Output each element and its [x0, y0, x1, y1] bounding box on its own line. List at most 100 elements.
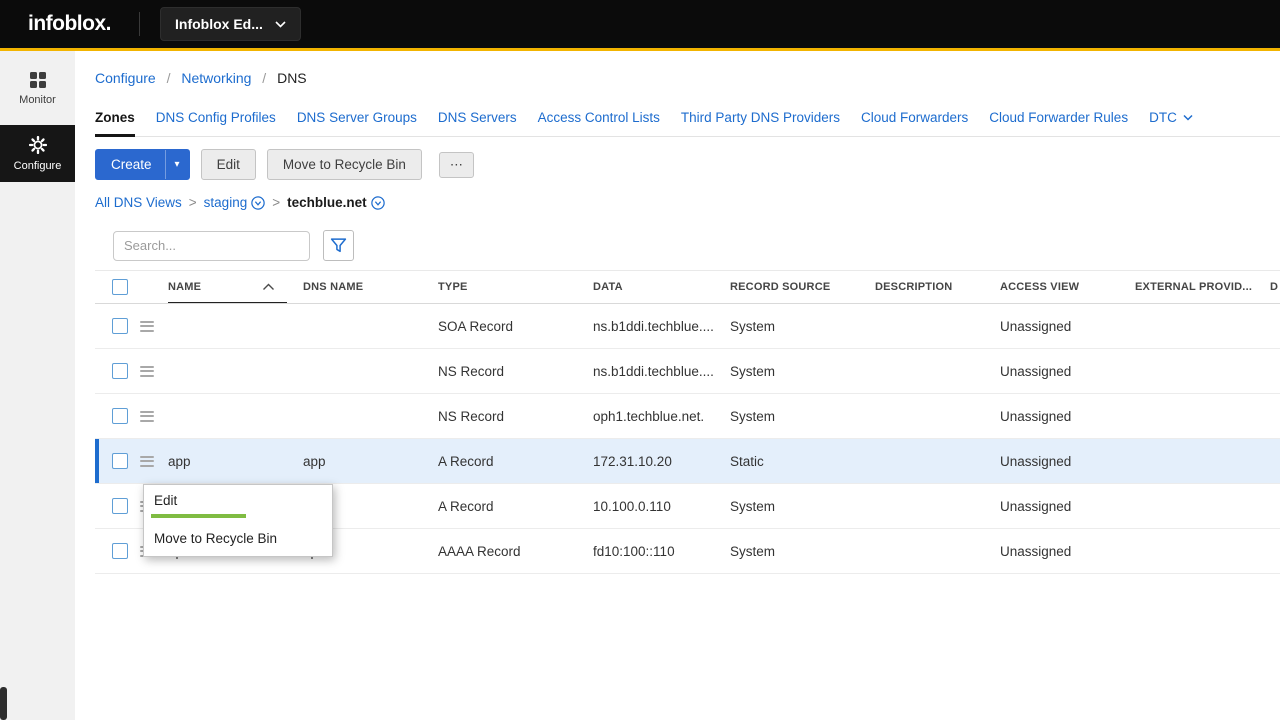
- tab-access-control-lists[interactable]: Access Control Lists: [538, 110, 660, 137]
- cell-record_source: System: [730, 364, 875, 379]
- row-menu-icon[interactable]: [140, 321, 154, 332]
- tab-label: DNS Servers: [438, 110, 517, 125]
- tab-cloud-forwarders[interactable]: Cloud Forwarders: [861, 110, 968, 137]
- cell-record_source: Static: [730, 454, 875, 469]
- tab-zones[interactable]: Zones: [95, 110, 135, 137]
- row-checkbox[interactable]: [112, 543, 128, 559]
- edit-button[interactable]: Edit: [201, 149, 256, 180]
- sidebar-scrollbar[interactable]: [0, 687, 7, 720]
- more-actions-button[interactable]: ⋯: [439, 152, 474, 178]
- cell-type: A Record: [438, 499, 593, 514]
- app-switcher-dropdown[interactable]: Infoblox Ed...: [160, 7, 301, 41]
- tab-cloud-forwarder-rules[interactable]: Cloud Forwarder Rules: [989, 110, 1128, 137]
- sort-asc-icon: [262, 283, 275, 291]
- staging-dropdown-icon[interactable]: [251, 196, 265, 210]
- breadcrumb-current-dns: DNS: [277, 70, 307, 86]
- menu-active-indicator: [151, 514, 246, 518]
- breadcrumb: Configure / Networking / DNS: [95, 70, 1280, 86]
- toolbar: Create ▾ Edit Move to Recycle Bin ⋯: [95, 149, 1280, 180]
- row-menu-icon[interactable]: [140, 456, 154, 467]
- cell-access_view: Unassigned: [1000, 454, 1135, 469]
- row-checkbox[interactable]: [112, 408, 128, 424]
- create-button[interactable]: Create ▾: [95, 149, 190, 180]
- table-header-row: NAME DNS NAMETYPE DATARECORD SOURCE DESCRIP…: [95, 270, 1280, 304]
- chevron-down-icon[interactable]: ▾: [166, 160, 189, 170]
- cell-access_view: Unassigned: [1000, 364, 1135, 379]
- tab-dns-servers[interactable]: DNS Servers: [438, 110, 517, 137]
- breadcrumb-link-networking[interactable]: Networking: [181, 70, 251, 86]
- cell-data: fd10:100::110: [593, 544, 730, 559]
- staging-view-link[interactable]: staging: [204, 195, 248, 210]
- ellipsis-icon: ⋯: [450, 157, 463, 172]
- move-to-recycle-bin-button[interactable]: Move to Recycle Bin: [267, 149, 422, 180]
- row-checkbox[interactable]: [112, 318, 128, 334]
- menu-item-edit[interactable]: Edit: [144, 485, 332, 513]
- column-header-type[interactable]: TYPE: [438, 271, 593, 303]
- table-row[interactable]: SOA Recordns.b1ddi.techblue....SystemUna…: [95, 304, 1280, 349]
- tab-label: Cloud Forwarders: [861, 110, 968, 125]
- table-row[interactable]: appappA Record172.31.10.20StaticUnassign…: [95, 439, 1280, 484]
- grid-icon: [30, 72, 46, 88]
- column-header-data[interactable]: DATA: [593, 271, 730, 303]
- create-button-label: Create: [111, 157, 152, 172]
- table-row[interactable]: NS Recordns.b1ddi.techblue....SystemUnas…: [95, 349, 1280, 394]
- cell-access_view: Unassigned: [1000, 544, 1135, 559]
- cell-access_view: Unassigned: [1000, 319, 1135, 334]
- zone-dropdown-icon[interactable]: [371, 196, 385, 210]
- sidebar-item-monitor[interactable]: Monitor: [0, 61, 75, 116]
- tab-dtc[interactable]: DTC: [1149, 110, 1193, 137]
- tab-third-party-dns-providers[interactable]: Third Party DNS Providers: [681, 110, 840, 137]
- cell-type: AAAA Record: [438, 544, 593, 559]
- cell-data: oph1.techblue.net.: [593, 409, 730, 424]
- column-header-dns_name[interactable]: DNS NAME: [303, 271, 438, 303]
- search-row: [113, 230, 1280, 261]
- column-header-external_provider[interactable]: EXTERNAL PROVID...: [1135, 271, 1270, 303]
- chevron-down-icon: [1183, 114, 1193, 121]
- sidebar-item-configure[interactable]: Configure: [0, 125, 75, 182]
- column-header-label: ACCESS VIEW: [1000, 281, 1079, 293]
- tab-label: DNS Config Profiles: [156, 110, 276, 125]
- tab-dns-config-profiles[interactable]: DNS Config Profiles: [156, 110, 276, 137]
- tab-label: Third Party DNS Providers: [681, 110, 840, 125]
- row-menu-icon[interactable]: [140, 366, 154, 377]
- sidebar-item-label: Monitor: [19, 94, 56, 106]
- column-header-record_source[interactable]: RECORD SOURCE: [730, 271, 875, 303]
- dns-view-path: All DNS Views > staging > techblue.net: [95, 195, 1280, 210]
- tab-dns-server-groups[interactable]: DNS Server Groups: [297, 110, 417, 137]
- column-header-access_view[interactable]: ACCESS VIEW: [1000, 271, 1135, 303]
- row-checkbox[interactable]: [112, 363, 128, 379]
- sidebar: Monitor Configure: [0, 51, 75, 720]
- menu-item-move-to-recycle-bin[interactable]: Move to Recycle Bin: [144, 523, 332, 551]
- chevron-down-icon: [275, 21, 286, 28]
- column-header-d[interactable]: D: [1270, 271, 1280, 303]
- header-divider: [139, 12, 140, 36]
- search-input[interactable]: [113, 231, 310, 261]
- all-dns-views-link[interactable]: All DNS Views: [95, 195, 182, 210]
- tab-label: DTC: [1149, 110, 1177, 125]
- column-header-label: EXTERNAL PROVID...: [1135, 281, 1252, 293]
- column-header-label: RECORD SOURCE: [730, 281, 830, 293]
- column-header-label: TYPE: [438, 281, 468, 293]
- cell-access_view: Unassigned: [1000, 499, 1135, 514]
- cell-data: ns.b1ddi.techblue....: [593, 319, 730, 334]
- cell-type: NS Record: [438, 364, 593, 379]
- filter-button[interactable]: [323, 230, 354, 261]
- cell-name: app: [168, 454, 303, 469]
- row-menu-icon[interactable]: [140, 411, 154, 422]
- column-header-name[interactable]: NAME: [168, 271, 303, 303]
- funnel-icon: [330, 237, 347, 254]
- tab-label: Cloud Forwarder Rules: [989, 110, 1128, 125]
- table-row[interactable]: NS Recordoph1.techblue.net.SystemUnassig…: [95, 394, 1280, 439]
- tab-label: DNS Server Groups: [297, 110, 417, 125]
- select-all-checkbox[interactable]: [112, 279, 128, 295]
- cell-dns_name: app: [303, 454, 438, 469]
- cell-type: A Record: [438, 454, 593, 469]
- cell-data: 10.100.0.110: [593, 499, 730, 514]
- row-checkbox[interactable]: [112, 498, 128, 514]
- tab-bar: Zones DNS Config Profiles DNS Server Group…: [95, 110, 1280, 137]
- column-header-description[interactable]: DESCRIPTION: [875, 271, 1000, 303]
- breadcrumb-link-configure[interactable]: Configure: [95, 70, 156, 86]
- row-checkbox[interactable]: [112, 453, 128, 469]
- cell-data: 172.31.10.20: [593, 454, 730, 469]
- column-header-label: NAME: [168, 281, 201, 293]
